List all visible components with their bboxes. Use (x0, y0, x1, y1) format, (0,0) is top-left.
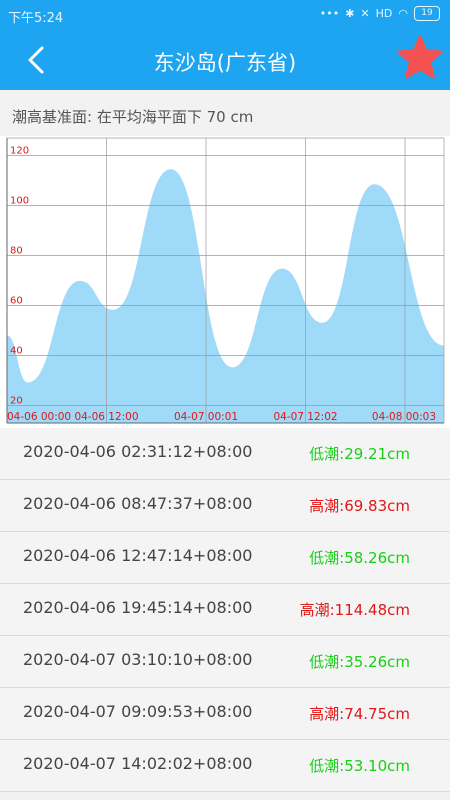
bluetooth-icon: ✱ (345, 7, 355, 20)
x-tick-label: 04-07 00:01 (174, 411, 238, 423)
tide-chart-svg: 120 100 80 60 40 20 04-06 00:00 04-06 12:00 04-0… (6, 137, 445, 424)
tide-time: 2020-04-06 08:47:37+08:00 (23, 494, 253, 513)
mute-icon: ✕ (360, 7, 370, 20)
tide-row[interactable]: 2020-04-06 19:45:14+08:00 高潮:114.48cm (0, 584, 450, 636)
datum-text: 潮高基准面: 在平均海平面下 70 cm (12, 108, 254, 126)
tide-chart: 120 100 80 60 40 20 04-06 00:00 04-06 12:00 04-0… (0, 136, 450, 428)
more-dots-icon: ••• (319, 7, 340, 20)
tide-row[interactable]: 2020-04-06 08:47:37+08:00 高潮:69.83cm (0, 480, 450, 532)
low-tide-value: 低潮:35.26cm (309, 653, 410, 671)
y-tick-label: 20 (10, 396, 23, 407)
wifi-icon: ◠ (398, 7, 408, 20)
x-tick-label: 04-08 00:03 (372, 411, 436, 423)
tide-time: 2020-04-06 12:47:14+08:00 (23, 546, 253, 565)
low-tide-value: 低潮:53.10cm (309, 757, 410, 775)
tide-list: 2020-04-06 02:31:12+08:00 低潮:29.21cm 2020-… (0, 428, 450, 792)
low-tide-value: 低潮:29.21cm (309, 445, 410, 463)
tide-area (7, 169, 444, 423)
tide-time: 2020-04-07 14:02:02+08:00 (23, 754, 253, 773)
x-tick-label: 04-06 12:00 (74, 411, 138, 423)
high-tide-value: 高潮:69.83cm (309, 497, 410, 515)
y-tick-label: 120 (10, 146, 29, 157)
tide-row[interactable]: 2020-04-07 09:09:53+08:00 高潮:74.75cm (0, 688, 450, 740)
page-title: 东沙岛(广东省) (153, 51, 297, 75)
tide-time: 2020-04-07 03:10:10+08:00 (23, 650, 253, 669)
y-tick-label: 80 (10, 246, 23, 257)
status-icons: ••• ✱ ✕ HD ◠ 19 (320, 6, 440, 21)
tide-datum-note: 潮高基准面: 在平均海平面下 70 cm (0, 90, 450, 136)
tide-row[interactable]: 2020-04-07 14:02:02+08:00 低潮:53.10cm (0, 740, 450, 792)
high-tide-value: 高潮:114.48cm (299, 601, 410, 619)
low-tide-value: 低潮:58.26cm (309, 549, 410, 567)
y-tick-label: 60 (10, 296, 23, 307)
x-tick-label: 04-07 12:02 (273, 411, 337, 423)
tide-time: 2020-04-06 02:31:12+08:00 (23, 442, 253, 461)
signal-hd-label: HD (375, 7, 393, 20)
y-tick-label: 40 (10, 346, 23, 357)
tide-time: 2020-04-06 19:45:14+08:00 (23, 598, 253, 617)
x-tick-label: 04-06 00:00 (7, 411, 71, 423)
tide-row[interactable]: 2020-04-06 02:31:12+08:00 低潮:29.21cm (0, 428, 450, 480)
status-bar: 下午5:24 ••• ✱ ✕ HD ◠ 19 (0, 0, 450, 30)
status-time: 下午5:24 (8, 11, 64, 26)
app-bar: 东沙岛(广东省) (0, 30, 450, 90)
battery-icon: 19 (414, 6, 440, 21)
favorite-star-icon[interactable] (396, 34, 444, 82)
tide-time: 2020-04-07 09:09:53+08:00 (23, 702, 253, 721)
high-tide-value: 高潮:74.75cm (309, 705, 410, 723)
tide-row[interactable]: 2020-04-07 03:10:10+08:00 低潮:35.26cm (0, 636, 450, 688)
tide-row[interactable]: 2020-04-06 12:47:14+08:00 低潮:58.26cm (0, 532, 450, 584)
y-tick-label: 100 (10, 196, 29, 207)
